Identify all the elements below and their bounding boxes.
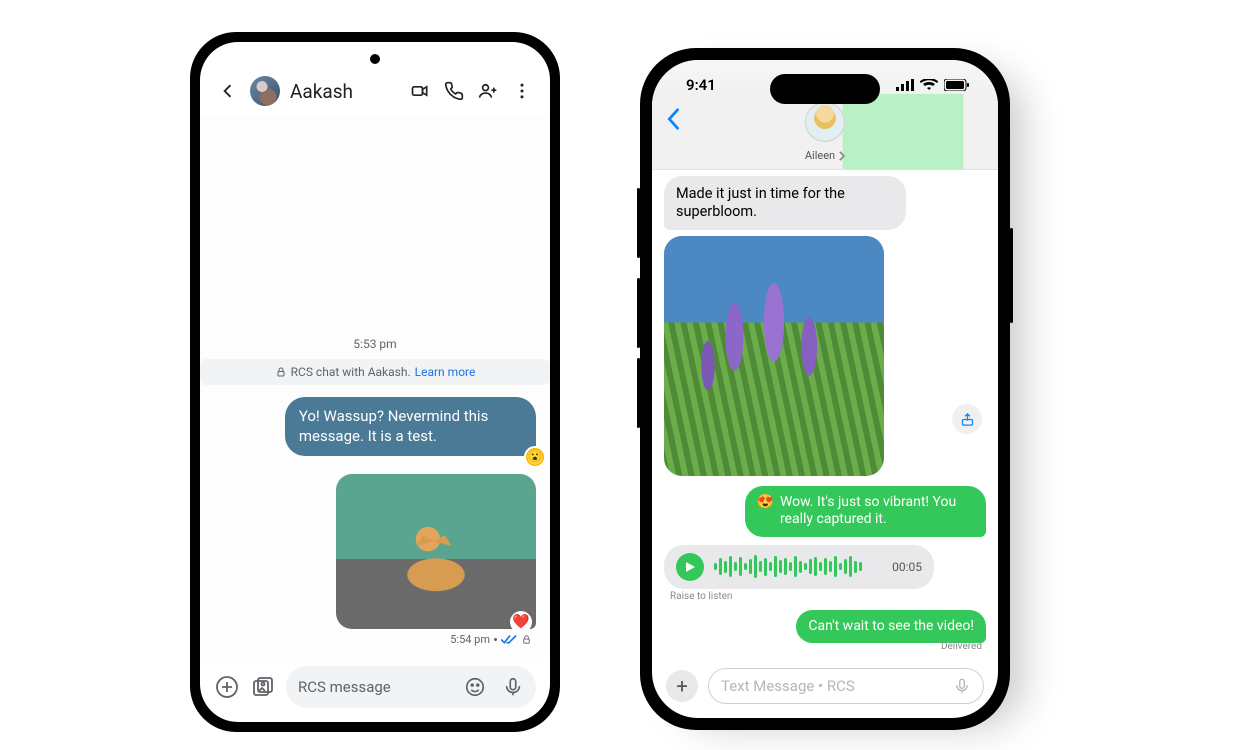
- contact-name[interactable]: Aakash: [290, 80, 398, 103]
- sent-message-text: Can't wait to see the video!: [808, 618, 974, 636]
- sent-time: 5:54 pm: [450, 633, 490, 646]
- received-image[interactable]: [664, 236, 884, 475]
- wifi-icon: [920, 79, 938, 91]
- raise-hint: Raise to listen: [670, 591, 732, 602]
- avatar[interactable]: [805, 102, 845, 142]
- iphone-screen: 9:41 Aileen Made it just in time for the…: [652, 60, 998, 718]
- iphone-frame: 9:41 Aileen Made it just in time for the…: [640, 48, 1010, 730]
- reaction-surprised-icon[interactable]: 😮: [524, 446, 546, 468]
- reaction-heart-icon[interactable]: ❤️: [510, 611, 532, 629]
- back-icon[interactable]: [216, 79, 240, 103]
- contact-name[interactable]: Aileen: [805, 149, 845, 162]
- gallery-icon[interactable]: [250, 674, 276, 700]
- add-attachment-icon[interactable]: [214, 674, 240, 700]
- read-receipt-icon: [501, 634, 517, 646]
- lavender-photo: [664, 236, 884, 475]
- chevron-right-icon: [838, 151, 845, 161]
- sent-message-bubble[interactable]: 😍 Wow. It's just so vibrant! You really …: [745, 486, 987, 537]
- message-input[interactable]: RCS message: [286, 666, 536, 708]
- android-screen: Aakash 5:53 pm RCS chat with Aakash. Lea…: [200, 42, 550, 722]
- sent-message-text: Yo! Wassup? Nevermind this message. It i…: [299, 407, 488, 445]
- voice-message[interactable]: 00:05: [664, 545, 934, 589]
- sent-message-bubble[interactable]: Can't wait to see the video!: [796, 610, 986, 644]
- cellular-icon: [896, 79, 914, 91]
- message-input-placeholder: Text Message • RCS: [721, 677, 855, 695]
- ios-chat-header: Aileen: [652, 94, 998, 170]
- add-person-icon[interactable]: [476, 79, 500, 103]
- video-call-icon[interactable]: [408, 79, 432, 103]
- sent-message-text: Wow. It's just so vibrant! You really ca…: [780, 494, 974, 529]
- heart-eyes-emoji: 😍: [757, 494, 774, 512]
- play-icon[interactable]: [676, 553, 704, 581]
- message-input-placeholder: RCS message: [298, 678, 391, 696]
- sent-meta: 5:54 pm: [450, 633, 532, 646]
- ios-input-row: + Text Message • RCS: [652, 662, 998, 718]
- phone-call-icon[interactable]: [442, 79, 466, 103]
- camera-hole: [370, 54, 380, 64]
- emoji-icon[interactable]: [464, 676, 486, 698]
- learn-more-link[interactable]: Learn more: [415, 365, 476, 379]
- voice-duration: 00:05: [892, 560, 922, 574]
- timestamp: 5:53 pm: [214, 337, 536, 351]
- ios-chat-body[interactable]: Made it just in time for the superbloom.…: [652, 170, 998, 662]
- avatar[interactable]: [250, 76, 280, 106]
- rcs-banner: RCS chat with Aakash. Learn more: [200, 359, 550, 385]
- rcs-banner-text: RCS chat with Aakash.: [291, 365, 411, 379]
- delivered-status: Delivered: [941, 641, 982, 652]
- mic-icon[interactable]: [953, 677, 971, 695]
- export-icon[interactable]: [952, 404, 982, 434]
- mic-icon[interactable]: [502, 676, 524, 698]
- input-row: RCS message: [200, 658, 550, 722]
- status-time: 9:41: [686, 76, 716, 94]
- dynamic-island: [770, 74, 880, 104]
- battery-icon: [944, 79, 970, 91]
- add-button[interactable]: +: [666, 670, 698, 702]
- waveform: [714, 555, 882, 579]
- lock-icon: [521, 634, 532, 645]
- lock-icon: [275, 366, 287, 378]
- received-message-text: Made it just in time for the superbloom.: [676, 185, 845, 220]
- sent-message-bubble[interactable]: Yo! Wassup? Nevermind this message. It i…: [285, 397, 536, 456]
- back-button[interactable]: [666, 108, 680, 136]
- cat-photo: [336, 474, 536, 629]
- more-icon[interactable]: [510, 79, 534, 103]
- received-message-bubble[interactable]: Made it just in time for the superbloom.: [664, 176, 906, 230]
- android-phone-frame: Aakash 5:53 pm RCS chat with Aakash. Lea…: [190, 32, 560, 732]
- message-input[interactable]: Text Message • RCS: [708, 668, 984, 704]
- sent-image[interactable]: ❤️: [336, 474, 536, 629]
- chat-body[interactable]: 5:53 pm RCS chat with Aakash. Learn more…: [200, 116, 550, 658]
